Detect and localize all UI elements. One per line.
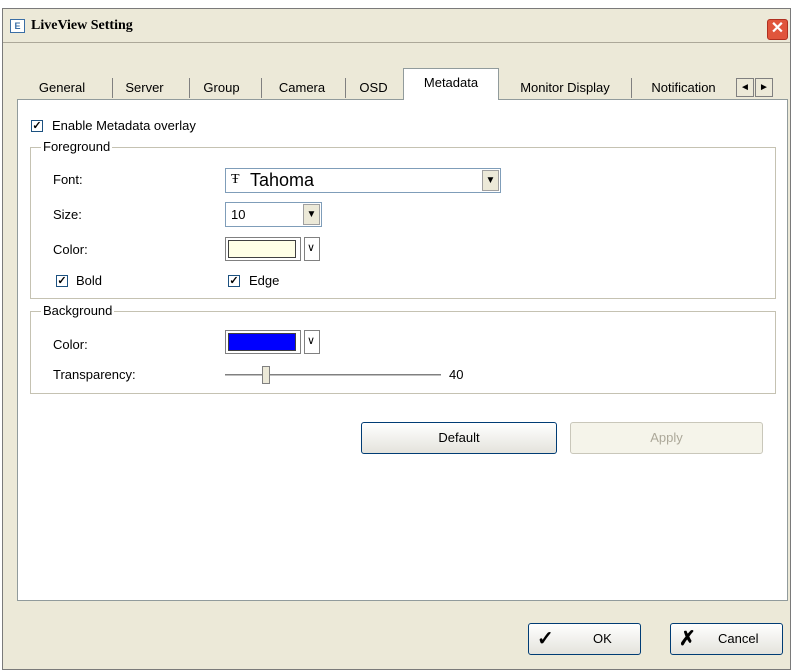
chevron-down-icon: ∨ [307, 242, 316, 254]
slider-thumb[interactable] [262, 366, 270, 384]
ok-label: OK [593, 631, 612, 646]
slider-track [225, 374, 441, 377]
background-color-label: Color: [53, 337, 88, 352]
tab-osd[interactable]: OSD [346, 76, 401, 100]
tab-strip: General Server Group Camera OSD Metadata… [17, 64, 789, 100]
tab-general[interactable]: General [27, 76, 97, 100]
chevron-down-icon: ▼ [482, 170, 499, 191]
background-title: Background [41, 303, 115, 318]
tab-group[interactable]: Group [190, 76, 253, 100]
title-bar: E LiveView Setting ✕ [3, 9, 790, 42]
foreground-title: Foreground [41, 139, 113, 154]
foreground-color-dropdown[interactable]: ∨ [304, 237, 320, 261]
background-color-dropdown[interactable]: ∨ [304, 330, 320, 354]
font-label: Font: [53, 172, 83, 187]
ok-button[interactable]: ✓ OK [528, 623, 641, 655]
tab-monitor-display[interactable]: Monitor Display [503, 76, 627, 100]
truetype-icon: Ŧ [231, 172, 240, 187]
bold-label: Bold [76, 273, 103, 288]
font-select[interactable]: Ŧ Tahoma ▼ [225, 168, 501, 193]
check-icon: ✓ [537, 628, 554, 650]
settings-icon: E [10, 19, 25, 33]
background-color-fill [228, 333, 296, 351]
chevron-down-icon: ∨ [307, 335, 316, 347]
edge-label: Edge [249, 273, 280, 288]
metadata-panel: ✓ Enable Metadata overlay Foreground Fon… [17, 99, 788, 601]
tab-notification[interactable]: Notification [632, 76, 735, 100]
transparency-slider[interactable] [225, 365, 441, 385]
tab-scroll-left-icon[interactable]: ◄ [736, 78, 754, 97]
bold-checkbox[interactable]: ✓ [56, 275, 68, 287]
foreground-group: Foreground Font: Ŧ Tahoma ▼ Size: 10 ▼ C… [30, 140, 776, 299]
background-group: Background Color: ∨ Transparency: 40 [30, 304, 776, 394]
tab-camera[interactable]: Camera [262, 76, 342, 100]
size-value: 10 [231, 207, 246, 222]
background-color-swatch[interactable] [225, 330, 301, 354]
cancel-label: Cancel [718, 631, 759, 646]
tab-scroll-right-icon[interactable]: ► [755, 78, 773, 97]
transparency-label: Transparency: [53, 367, 136, 382]
window-title: LiveView Setting [31, 18, 133, 33]
size-select[interactable]: 10 ▼ [225, 202, 322, 227]
liveview-setting-dialog: E LiveView Setting ✕ General Server Grou… [2, 8, 791, 670]
close-button[interactable]: ✕ [767, 19, 788, 40]
tab-metadata[interactable]: Metadata [403, 68, 499, 100]
cancel-icon: ✗ [679, 628, 696, 650]
title-divider [3, 42, 790, 43]
enable-overlay-label: Enable Metadata overlay [52, 118, 196, 133]
enable-overlay-checkbox[interactable]: ✓ [31, 120, 43, 132]
apply-button[interactable]: Apply [570, 422, 763, 454]
chevron-down-icon: ▼ [303, 204, 320, 225]
foreground-color-swatch[interactable] [225, 237, 301, 261]
transparency-value: 40 [449, 367, 464, 382]
edge-checkbox[interactable]: ✓ [228, 275, 240, 287]
cancel-button[interactable]: ✗ Cancel [670, 623, 783, 655]
size-label: Size: [53, 207, 82, 222]
font-value: Tahoma [250, 170, 315, 190]
foreground-color-label: Color: [53, 242, 88, 257]
foreground-color-fill [228, 240, 296, 258]
default-button[interactable]: Default [361, 422, 557, 454]
tab-server[interactable]: Server [113, 76, 176, 100]
